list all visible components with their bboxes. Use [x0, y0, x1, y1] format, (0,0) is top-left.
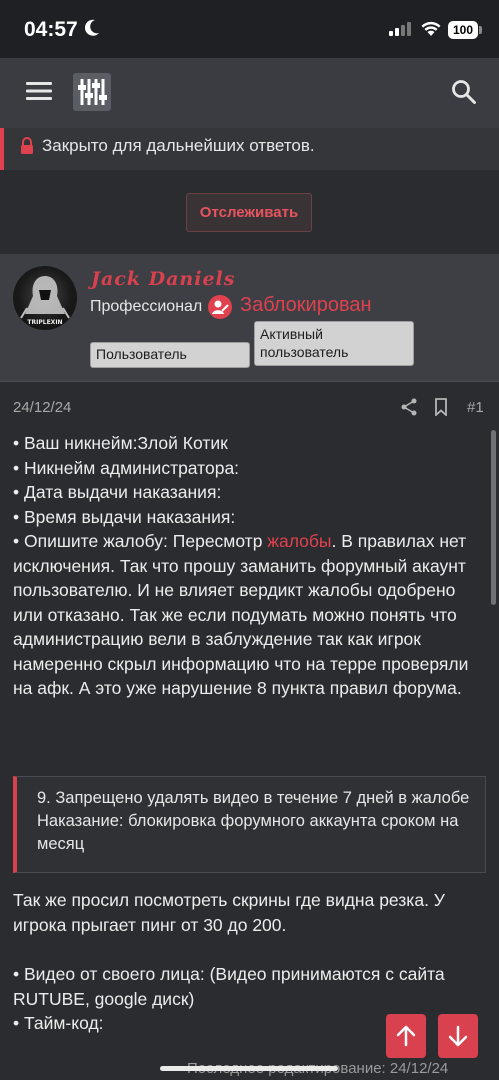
avatar-text: TRIPLEXIN	[27, 319, 62, 326]
battery-indicator: 100	[448, 21, 478, 39]
post-date[interactable]: 24/12/24	[13, 399, 71, 416]
user-title: Профессионал	[90, 298, 203, 315]
menu-icon[interactable]	[26, 81, 52, 101]
post-paragraph: • Видео от своего лица: (Видео принимают…	[13, 964, 445, 1009]
post-meta: 24/12/24 #1	[0, 382, 499, 430]
complaint-text: . В правилах нет исключения. Так что про…	[13, 531, 469, 698]
scroll-to-bottom-button[interactable]	[438, 1014, 478, 1058]
post-line: • Время выдачи наказания:	[13, 506, 236, 527]
ban-status: Заблокирован	[240, 294, 372, 316]
complaint-paragraph: • Опишите жалобу: Пересмотр жалобы. В пр…	[13, 529, 483, 701]
scroll-to-top-button[interactable]	[386, 1014, 426, 1058]
thread-actions: Отслеживать	[0, 170, 499, 254]
moon-icon	[84, 19, 99, 36]
user-badge-active: Активный пользователь	[254, 321, 414, 366]
complaint-link[interactable]: жалобы	[267, 531, 331, 551]
quote-text: 9. Запрещено удалять видео в течение 7 д…	[37, 789, 470, 853]
wifi-icon	[421, 21, 441, 36]
banned-user-icon	[208, 295, 232, 319]
status-time: 04:57	[24, 18, 78, 41]
watch-button[interactable]: Отслеживать	[186, 193, 312, 232]
battery-tip	[479, 26, 482, 34]
share-icon[interactable]	[401, 398, 417, 416]
scrollbar[interactable]	[491, 430, 496, 605]
bookmark-icon[interactable]	[434, 398, 448, 416]
complaint-prefix: • Опишите жалобу: Пересмотр	[13, 531, 268, 551]
rule-quote: 9. Запрещено удалять видео в течение 7 д…	[13, 776, 486, 873]
site-logo[interactable]	[73, 73, 111, 111]
search-icon[interactable]	[451, 79, 477, 105]
thread-closed-notice: Закрыто для дальнейших ответов.	[0, 128, 499, 170]
user-badge-user: Пользователь	[90, 342, 250, 368]
post-line: • Ваш никнейм:Злой Котик	[13, 433, 228, 453]
lock-icon	[21, 137, 33, 154]
post-line: • Никнейм администратора:	[13, 457, 240, 478]
top-nav-bar	[0, 58, 499, 128]
signal-icon	[389, 22, 411, 36]
home-indicator[interactable]	[160, 1066, 338, 1071]
post-author-block: TRIPLEXIN Jack Daniels Профессионал Забл…	[0, 254, 499, 382]
post-number-link[interactable]: #1	[467, 399, 484, 416]
closed-notice-text: Закрыто для дальнейших ответов.	[42, 136, 315, 155]
post-content: • Ваш никнейм:Злой Котик • Никнейм админ…	[13, 431, 483, 701]
avatar-image: TRIPLEXIN	[20, 276, 70, 326]
avatar[interactable]: TRIPLEXIN	[13, 266, 77, 330]
username[interactable]: Jack Daniels	[91, 268, 235, 290]
arrow-up-icon	[396, 1025, 416, 1047]
status-bar: 04:57 100	[0, 0, 499, 58]
arrow-down-icon	[448, 1025, 468, 1047]
post-paragraph: Так же просил посмотреть скрины где видн…	[13, 890, 445, 935]
post-line: • Дата выдачи наказания:	[13, 482, 222, 502]
equalizer-logo-icon	[78, 79, 107, 105]
